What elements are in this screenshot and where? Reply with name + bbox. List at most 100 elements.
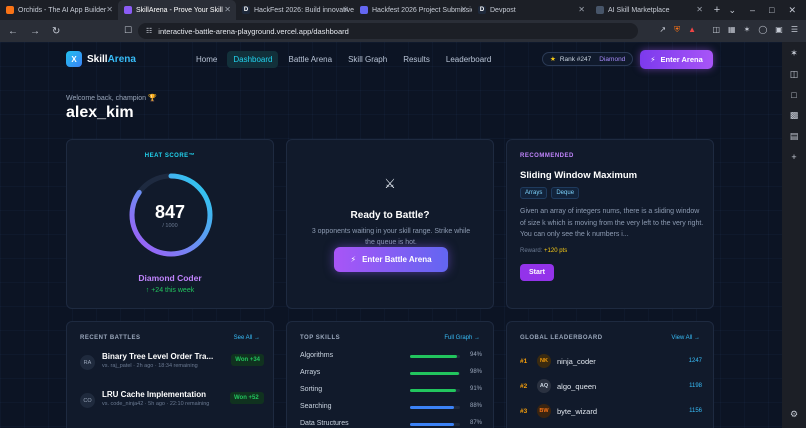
skill-bar-track [410,406,460,409]
enter-arena-button[interactable]: ⚡︎ Enter Arena [640,50,713,69]
battle-row[interactable]: CO LRU Cache Implementation vs. code_ninja… [80,390,264,420]
tab-title: HackFest 2026: Build innovative [254,6,354,14]
forward-icon[interactable]: → [30,26,40,37]
reward-label: Reward: [520,248,543,254]
tab-close-icon[interactable]: ✕ [106,5,113,14]
rank-position: #2 [520,383,528,390]
weekly-delta: ↑ +24 this week [145,287,195,294]
new-tab-button[interactable]: + [708,4,726,16]
add-panel-icon[interactable]: + [791,152,796,162]
battle-row[interactable]: RA Binary Tree Level Order Tra... vs. raj_… [80,352,264,382]
back-icon[interactable]: ← [8,26,18,37]
leo-ai-icon[interactable]: ✶ [744,25,751,34]
browser-tab[interactable]: D Devpost ✕ [472,0,590,20]
tier-text: Diamond [599,55,626,63]
result-badge: Won +34 [231,354,264,366]
leaderboard-row[interactable]: #2 AQ algo_queen 1198 [520,379,702,395]
opponent-avatar: RA [80,355,95,370]
leaderboard-row[interactable]: #1 NK ninja_coder 1247 [520,354,702,370]
sidebar-settings-icon[interactable]: ⚙ [790,409,798,420]
menu-icon[interactable]: ☰ [791,25,798,34]
bookmark-icon[interactable]: ☐ [124,25,132,36]
bolt-icon: ⚡︎ [350,255,357,264]
skill-bar-fill [410,406,454,409]
wallet-sidebar-icon[interactable]: ▤ [790,131,799,142]
skill-row[interactable]: Algorithms 94% [300,352,482,364]
tab-close-icon[interactable]: ✕ [696,5,703,14]
nav-link-results[interactable]: Results [397,51,436,68]
skill-row[interactable]: Searching 88% [300,403,482,415]
maximize-button[interactable]: □ [769,5,774,16]
view-all-link[interactable]: View All → [671,335,700,341]
leo-sidebar-icon[interactable]: ✶ [790,48,798,59]
skill-row[interactable]: Data Structures 87% [300,420,482,428]
rank-badge[interactable]: ★ Rank #247 Diamond [542,52,634,66]
reading-list-icon[interactable]: □ [791,90,796,100]
browser-tab[interactable]: D HackFest 2026: Build innovative ✕ [236,0,354,20]
battle-meta: vs. code_ninja42 · 5h ago · 22:10 remain… [102,401,210,407]
start-button[interactable]: Start [520,264,554,281]
ready-to-battle-card: ⚔︎ Ready to Battle? 3 opponents waiting … [286,139,494,309]
skill-row[interactable]: Sorting 91% [300,386,482,398]
top-skills-card: TOP SKILLS Full Graph → Algorithms 94% Arra… [286,321,494,428]
nav-link-skill-graph[interactable]: Skill Graph [342,51,393,68]
browser-tab[interactable]: Hackfest 2026 Project Submissio ✕ [354,0,472,20]
battle-meta: vs. raj_patel · 2h ago · 18:34 remaining [102,363,198,369]
brave-shield-icon[interactable]: ⛨ [674,25,680,35]
window-controls: ⌄ – □ ✕ [728,5,806,16]
rank-text: Rank #247 [559,55,592,63]
full-graph-link[interactable]: Full Graph → [444,335,480,341]
username-heading: alex_kim [66,104,134,121]
tag-chip[interactable]: Arrays [520,187,548,199]
problem-description: Given an array of integers nums, there i… [520,208,704,238]
reward-info: Reward: +120 pts [520,248,567,254]
vpn-icon[interactable]: ◯ [758,25,767,34]
global-leaderboard-card: GLOBAL LEADERBOARD View All → #1 NK ninja_c… [506,321,714,428]
enter-battle-arena-button[interactable]: ⚡︎ Enter Battle Arena [334,247,448,272]
skill-bar-track [410,372,460,375]
browser-tab[interactable]: Orchids - The AI App Builder ✕ [0,0,118,20]
brave-rewards-icon[interactable]: ▲ [688,25,696,35]
skill-name: Arrays [300,369,321,376]
minimize-button[interactable]: – [750,5,755,16]
sidebar-toggle-icon[interactable]: ◫ [712,25,720,34]
result-badge: Won +52 [230,392,264,404]
tab-close-icon[interactable]: ✕ [224,5,231,14]
battle-title: Ready to Battle? [350,210,430,221]
player-name: ninja_coder [557,357,596,366]
site-info-icon[interactable]: ☷ [146,27,152,35]
tab-close-icon[interactable]: ✕ [460,5,467,14]
tab-close-icon[interactable]: ✕ [342,5,349,14]
url-field[interactable]: ☷ interactive-battle-arena-playground.ve… [138,23,638,39]
player-score: 1156 [689,408,702,414]
reload-icon[interactable]: ↻ [52,26,60,37]
wallet-icon[interactable]: ▣ [775,25,783,34]
skill-bar-fill [410,423,454,426]
tab-favicon-icon [6,6,14,14]
close-window-button[interactable]: ✕ [788,5,796,16]
nav-link-home[interactable]: Home [190,51,223,68]
browser-tab[interactable]: SkillArena - Prove Your Skill ✕ [118,0,236,20]
history-sidebar-icon[interactable]: ▩ [790,110,799,121]
skill-row[interactable]: Arrays 98% [300,369,482,381]
nav-link-battle-arena[interactable]: Battle Arena [282,51,338,68]
tab-close-icon[interactable]: ✕ [578,5,585,14]
browser-tab[interactable]: AI Skill Marketplace ✕ [590,0,708,20]
extensions-icon[interactable]: ▦ [728,25,736,34]
problem-title[interactable]: Sliding Window Maximum [520,170,637,181]
tag-chip[interactable]: Deque [551,187,580,199]
nav-link-dashboard[interactable]: Dashboard [227,51,279,68]
see-all-link[interactable]: See All → [234,335,260,341]
url-text: interactive-battle-arena-playground.verc… [158,26,349,36]
player-avatar: BW [537,404,551,418]
skillarena-logo[interactable]: X SkillArena [66,51,136,67]
leaderboard-row[interactable]: #3 BW byte_wizard 1156 [520,404,702,420]
tab-search-icon[interactable]: ⌄ [728,5,736,16]
share-icon[interactable]: ↗ [659,25,666,35]
tab-title: Hackfest 2026 Project Submissio [372,6,472,14]
welcome-text: Welcome back, champion 🏆 [66,95,157,102]
bookmarks-sidebar-icon[interactable]: ◫ [790,69,799,80]
skill-bar-fill [410,389,456,392]
tab-title: AI Skill Marketplace [608,6,670,14]
nav-link-leaderboard[interactable]: Leaderboard [440,51,497,68]
